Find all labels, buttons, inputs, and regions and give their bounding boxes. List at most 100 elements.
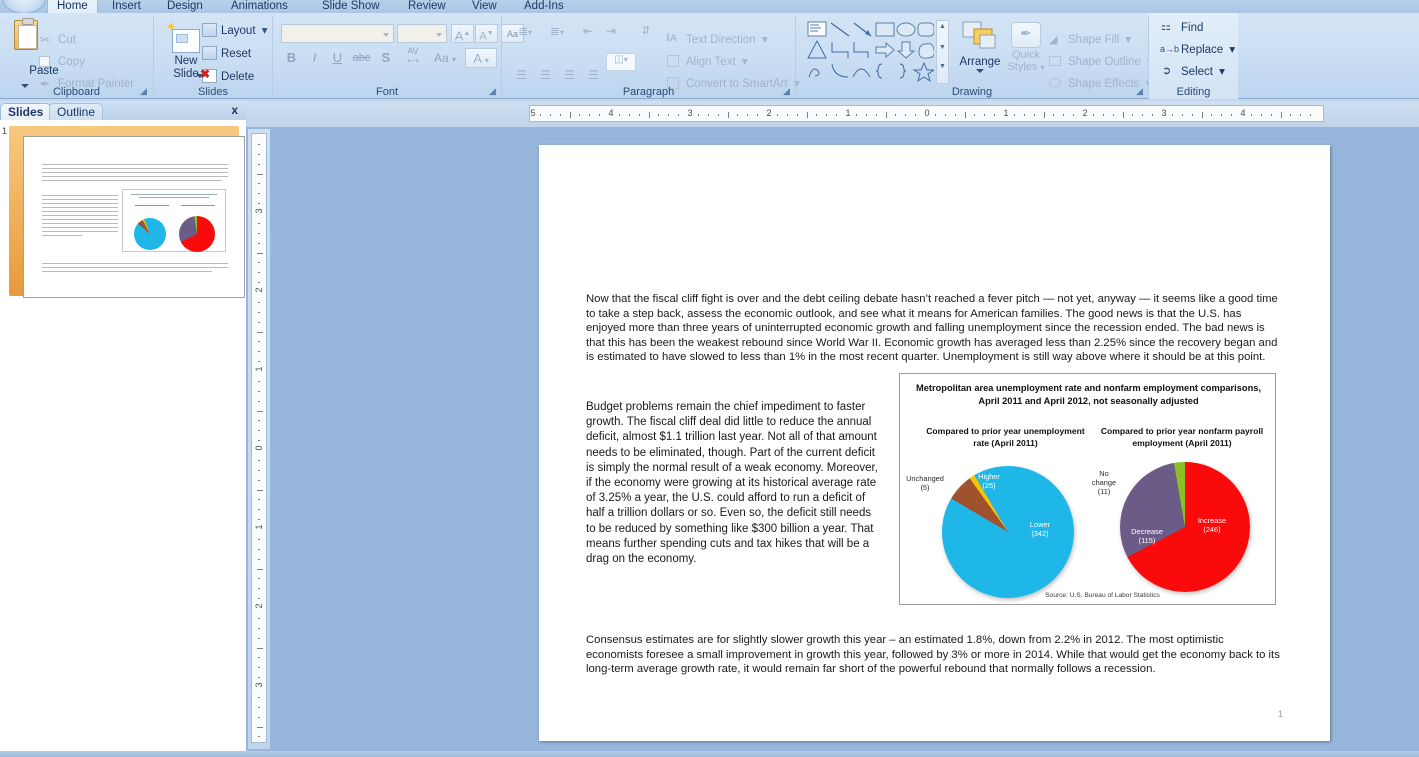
shapes-gallery-scrollbar[interactable]: ▲ ▼ ▼ (936, 20, 949, 84)
scroll-down-icon[interactable]: ▼ (937, 44, 948, 51)
scroll-up-icon[interactable]: ▲ (937, 23, 948, 30)
chevron-down-icon[interactable]: ▾ (1041, 63, 1045, 72)
paste-button[interactable]: Paste (6, 17, 59, 91)
vertical-ruler-track[interactable]: 3 2 1 0 1 2 3 (251, 133, 267, 743)
shape-fill-button[interactable]: ◢ Shape Fill ▾ (1049, 33, 1131, 47)
more-shapes-icon[interactable]: ▼ (937, 63, 948, 70)
tab-review[interactable]: Review (399, 0, 455, 14)
chevron-down-icon[interactable]: ▾ (452, 55, 456, 64)
align-center-button[interactable]: ☰ (534, 68, 557, 86)
text-direction-button[interactable]: ‖A Text Direction ▾ (666, 33, 768, 47)
office-orb-icon[interactable] (2, 0, 46, 14)
chevron-down-icon[interactable]: ▾ (762, 34, 768, 46)
align-text-button[interactable]: Align Text ▾ (667, 55, 748, 69)
character-spacing-button[interactable]: AV ⟷ (398, 46, 428, 68)
columns-button[interactable]: ◫▾ (606, 53, 636, 71)
horizontal-ruler-track[interactable]: 5 4 3 2 1 0 1 2 3 4 (529, 105, 1324, 122)
italic-button[interactable]: I (304, 48, 325, 68)
chevron-down-icon[interactable]: ▾ (528, 28, 532, 37)
group-editing: ⚏ Find a→b Replace ▾ ➲ Select ▾ Editing (1149, 13, 1238, 99)
chevron-down-icon[interactable]: ▾ (485, 56, 489, 65)
copy-button[interactable]: Copy (39, 55, 85, 69)
paragraph-dialog-launcher[interactable]: ◢ (781, 86, 792, 97)
strikethrough-button[interactable]: abc (350, 48, 373, 68)
find-button[interactable]: ⚏ Find (1161, 21, 1203, 35)
cut-button[interactable]: ✂ Cut (40, 33, 76, 47)
font-dialog-launcher[interactable]: ◢ (487, 86, 498, 97)
reset-button[interactable]: Reset (202, 46, 252, 61)
delete-slide-button[interactable]: ✖ Delete (200, 67, 254, 84)
tab-slide-show[interactable]: Slide Show (313, 0, 389, 14)
pane-tab-slides[interactable]: Slides (0, 103, 52, 120)
ruler-tick (1132, 114, 1134, 116)
drawing-dialog-launcher[interactable]: ◢ (1134, 86, 1145, 97)
ruler-tick (258, 736, 260, 738)
font-size-input[interactable] (397, 24, 447, 43)
decrease-indent-button[interactable]: ⇤ (577, 24, 599, 43)
align-right-button[interactable]: ☰ (558, 68, 581, 86)
ruler-tick (994, 114, 996, 116)
chevron-down-icon[interactable] (383, 33, 389, 37)
slide-paragraph-3[interactable]: Consensus estimates are for slightly slo… (586, 633, 1283, 677)
reset-label: Reset (221, 48, 252, 60)
slide-paragraph-2[interactable]: Budget problems remain the chief impedim… (586, 400, 881, 567)
chevron-down-icon[interactable] (436, 33, 442, 37)
ruler-tick (589, 114, 591, 116)
underline-button[interactable]: U (327, 48, 348, 68)
chevron-down-icon[interactable]: ▾ (1229, 44, 1235, 56)
chevron-down-icon[interactable]: ▾ (1125, 34, 1131, 46)
chevron-down-icon[interactable]: ▾ (560, 28, 564, 37)
chart-image[interactable]: Metropolitan area unemployment rate and … (899, 373, 1276, 605)
change-case-button[interactable]: Aa ▾ (430, 48, 460, 68)
tab-home[interactable]: Home (47, 0, 98, 14)
numbering-button[interactable]: ≣▾ (542, 24, 572, 43)
replace-button[interactable]: a→b Replace ▾ (1160, 43, 1235, 57)
pane-tab-outline[interactable]: Outline (49, 103, 104, 120)
select-button[interactable]: ➲ Select ▾ (1162, 65, 1225, 79)
shapes-gallery[interactable] (806, 20, 936, 84)
tab-view[interactable]: View (463, 0, 506, 14)
shape-outline-button[interactable]: Shape Outline ▾ (1049, 55, 1153, 69)
ruler-tick (796, 114, 798, 116)
increase-indent-button[interactable]: ⇥ (600, 24, 622, 43)
slide-editing-canvas[interactable]: Now that the fiscal cliff fight is over … (270, 127, 1419, 757)
bold-button[interactable]: B (281, 48, 302, 68)
clipboard-dialog-launcher[interactable]: ◢ (138, 86, 149, 97)
vertical-ruler[interactable]: 3 2 1 0 1 2 3 (248, 129, 270, 749)
horizontal-ruler[interactable]: 5 4 3 2 1 0 1 2 3 4 (246, 101, 1419, 127)
chevron-down-icon[interactable]: ▾ (262, 24, 268, 38)
slide-thumbnail-1[interactable] (9, 126, 245, 298)
group-label-drawing: Drawing (951, 86, 993, 98)
line-spacing-button[interactable]: ⇵ (633, 24, 659, 43)
tab-design[interactable]: Design (158, 0, 212, 14)
ribbon-tab-strip: Home Insert Design Animations Slide Show… (0, 0, 1419, 14)
font-size-field[interactable] (398, 27, 432, 43)
chevron-down-icon[interactable]: ▾ (1219, 66, 1225, 78)
tab-animations[interactable]: Animations (222, 0, 297, 14)
quick-styles-button[interactable]: ✒ Quick Styles ▾ (1003, 19, 1049, 91)
arrange-button[interactable]: Arrange (956, 19, 1004, 91)
slide-paragraph-1[interactable]: Now that the fiscal cliff fight is over … (586, 292, 1283, 365)
bullets-button[interactable]: ≣▾ (510, 24, 540, 43)
chevron-down-icon[interactable]: ▾ (742, 56, 748, 68)
bullet-list-icon: ≣ (517, 24, 529, 38)
ruler-tick (1221, 114, 1223, 116)
align-left-button[interactable]: ☰ (510, 68, 533, 86)
chevron-down-icon[interactable]: ▾ (624, 55, 628, 64)
font-color-button[interactable]: A ▾ (465, 48, 497, 68)
font-name-input[interactable] (281, 24, 394, 43)
font-name-field[interactable] (282, 27, 378, 43)
ruler-tick (915, 114, 917, 116)
shrink-font-button[interactable]: A▼ (475, 24, 498, 43)
chevron-down-icon[interactable] (976, 69, 984, 73)
justify-button[interactable]: ☰ (582, 68, 605, 86)
slide-thumbnail-strip[interactable]: 1 (0, 120, 246, 757)
tab-insert[interactable]: Insert (103, 0, 150, 14)
close-pane-button[interactable]: x (231, 103, 238, 117)
slide-surface[interactable]: Now that the fiscal cliff fight is over … (539, 145, 1330, 741)
layout-button[interactable]: Layout ▾ (202, 23, 268, 38)
text-shadow-button[interactable]: S (376, 48, 396, 68)
grow-font-button[interactable]: A▲ (451, 24, 474, 43)
ruler-tick (1102, 114, 1104, 116)
tab-add-ins[interactable]: Add-Ins (515, 0, 573, 14)
